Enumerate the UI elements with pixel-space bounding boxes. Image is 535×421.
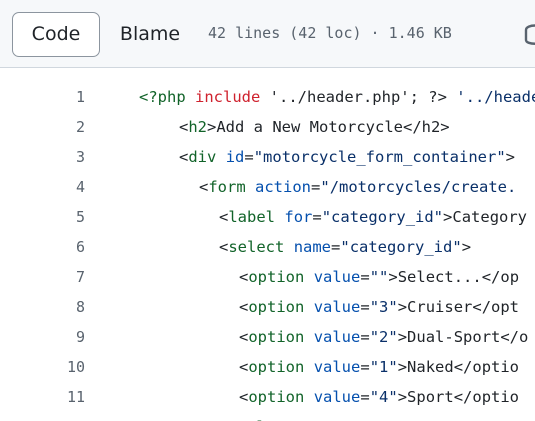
code-line: 7 <option value="">Select...</op [0, 262, 535, 292]
code-token: for [284, 208, 313, 226]
line-number[interactable]: 8 [40, 292, 85, 322]
code-token: >Cruiser</opt [397, 298, 520, 316]
code-token: >Select...</op [388, 268, 520, 286]
code-viewer: 1 <?php include '../header.php'; ?> '../h… [0, 69, 535, 421]
code-token: include [195, 88, 261, 106]
code-text: </select> [219, 412, 303, 421]
code-line: 11 <option value="4">Sport</optio [0, 382, 535, 412]
code-text: <form action="/motorcycles/create. [199, 172, 516, 202]
code-text: <option value="4">Sport</optio [239, 382, 519, 412]
line-number[interactable]: 11 [40, 382, 85, 412]
file-meta: 42 lines (42 loc) · 1.46 KB [208, 24, 452, 42]
line-number[interactable]: 9 [40, 322, 85, 352]
copilot-icon[interactable] [522, 20, 535, 48]
blame-view-button[interactable]: Blame [100, 12, 200, 57]
code-token: = [360, 268, 370, 286]
code-text: <select name="category_id"> [219, 232, 471, 262]
code-token: = [244, 148, 254, 166]
code-token: <div [179, 148, 217, 166]
code-text: <div id="motorcycle_form_container"> [179, 142, 515, 172]
code-token: "2" [369, 328, 398, 346]
line-number[interactable]: 2 [40, 112, 85, 142]
code-token: <h2>Add a New Motorcycle</h2> [179, 118, 450, 136]
code-token: "motorcycle_form_container" [253, 148, 506, 166]
line-number[interactable]: 3 [40, 142, 85, 172]
code-token: value [313, 358, 361, 376]
code-token: <option [239, 298, 305, 316]
code-line: 8 <option value="3">Cruiser</opt [0, 292, 535, 322]
code-token: = [360, 328, 370, 346]
code-token: id [225, 148, 245, 166]
code-text: <?php include '../header.php'; ?> '../he… [139, 82, 535, 112]
line-number[interactable]: 5 [40, 202, 85, 232]
code-token: <option [239, 358, 305, 376]
code-line: 12 </select> [0, 412, 535, 421]
code-token: = [360, 388, 370, 406]
code-token: value [313, 328, 361, 346]
code-token: "1" [369, 358, 398, 376]
code-line: 3 <div id="motorcycle_form_container"> [0, 142, 535, 172]
code-token: '../header.php'; ?> '../header.php'; ?> [260, 88, 535, 106]
code-token: >Category [443, 208, 528, 226]
code-token: = [311, 178, 321, 196]
code-token: <?php [139, 88, 195, 106]
code-token: = [360, 358, 370, 376]
code-token: >Naked</optio [397, 358, 520, 376]
line-number[interactable]: 12 [40, 412, 85, 421]
code-token: >Sport</optio [397, 388, 520, 406]
code-token: > [505, 148, 516, 166]
code-line: 4 <form action="/motorcycles/create. [0, 172, 535, 202]
code-text: <h2>Add a New Motorcycle</h2> [179, 112, 450, 142]
code-token: <option [239, 268, 305, 286]
code-token: "category_id" [340, 238, 462, 256]
code-token: value [313, 298, 361, 316]
code-token: <option [239, 328, 305, 346]
line-number[interactable]: 7 [40, 262, 85, 292]
code-token: "/motorcycles/create. [320, 178, 517, 196]
code-line: 2 <h2>Add a New Motorcycle</h2> [0, 112, 535, 142]
code-token: >Dual-Sport</o [397, 328, 529, 346]
code-token: = [360, 298, 370, 316]
code-token: "category_id" [321, 208, 444, 226]
code-token: <select [219, 238, 285, 256]
code-line: 9 <option value="2">Dual-Sport</o [0, 322, 535, 352]
code-text: <label for="category_id">Category [219, 202, 527, 232]
code-line: 5 <label for="category_id">Category [0, 202, 535, 232]
code-token: "3" [369, 298, 398, 316]
line-number[interactable]: 4 [40, 172, 85, 202]
code-token: name [293, 238, 332, 256]
code-token: = [331, 238, 341, 256]
code-token: <form [199, 178, 246, 196]
code-line: 6 <select name="category_id"> [0, 232, 535, 262]
code-token: action [255, 178, 312, 196]
code-token: value [313, 388, 361, 406]
code-line: 1 <?php include '../header.php'; ?> '../h… [0, 82, 535, 112]
code-token: <option [239, 388, 305, 406]
code-text: <option value="">Select...</op [239, 262, 519, 292]
line-number[interactable]: 6 [40, 232, 85, 262]
code-token: value [313, 268, 361, 286]
code-text: <option value="2">Dual-Sport</o [239, 322, 528, 352]
code-text: <option value="1">Naked</optio [239, 352, 519, 382]
code-token: "4" [369, 388, 398, 406]
code-token: = [312, 208, 322, 226]
code-token: > [461, 238, 472, 256]
file-toolbar: Code Blame 42 lines (42 loc) · 1.46 KB [0, 0, 535, 68]
code-view-button[interactable]: Code [12, 12, 100, 57]
line-number[interactable]: 1 [40, 82, 85, 112]
code-text: <option value="3">Cruiser</opt [239, 292, 519, 322]
code-token: <label [219, 208, 276, 226]
code-line: 10 <option value="1">Naked</optio [0, 352, 535, 382]
view-mode-segmented-control: Code Blame [12, 12, 192, 57]
code-token: "" [369, 268, 389, 286]
line-number[interactable]: 10 [40, 352, 85, 382]
